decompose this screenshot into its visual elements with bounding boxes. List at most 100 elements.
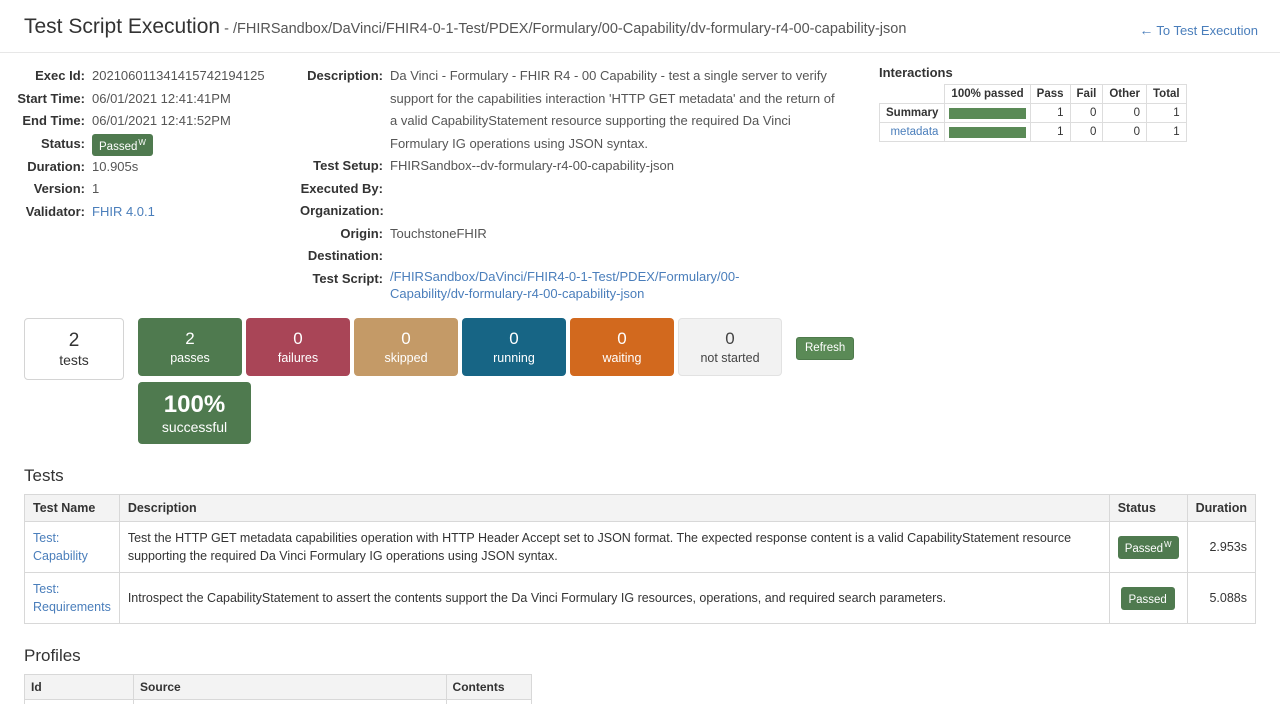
- stat-box-successful-percent[interactable]: 100% successful: [138, 382, 251, 444]
- interactions-fail-count: 0: [1070, 123, 1103, 142]
- field-test-script: Test Script: /FHIRSandbox/DaVinci/FHIR4-…: [300, 268, 865, 302]
- page-header: Test Script Execution - /FHIRSandbox/DaV…: [0, 0, 1280, 53]
- stat-not-started-label: not started: [700, 350, 759, 366]
- exec-id-value: 202106011341415742194125: [92, 65, 265, 88]
- test-duration-cell: 5.088s: [1187, 572, 1255, 623]
- interactions-col-fail: Fail: [1070, 85, 1103, 104]
- progress-track: [949, 127, 1025, 138]
- stat-passes-label: passes: [170, 350, 210, 366]
- interactions-other-count: 0: [1103, 104, 1147, 123]
- interactions-pass-count: 1: [1030, 123, 1070, 142]
- status-badge-label: Passed: [99, 140, 137, 152]
- interactions-total-count: 1: [1147, 123, 1187, 142]
- page-title-main: Test Script Execution: [24, 15, 220, 38]
- interactions-title: Interactions: [879, 65, 1165, 80]
- profiles-section: Profiles Id Source Contents capabilities…: [0, 646, 1280, 704]
- table-row: metadata 1 0 0 1: [880, 123, 1187, 142]
- tests-header-row: Test Name Description Status Duration: [25, 494, 1256, 521]
- page-title: Test Script Execution - /FHIRSandbox/DaV…: [24, 14, 1256, 42]
- validator-value-link[interactable]: FHIR 4.0.1: [92, 201, 155, 224]
- stat-box-waiting[interactable]: 0 waiting: [570, 318, 674, 376]
- field-status: Status: PassedW: [0, 133, 300, 156]
- back-link-label: To Test Execution: [1156, 23, 1258, 38]
- start-time-label: Start Time:: [0, 88, 92, 111]
- status-badge[interactable]: Passed: [1121, 587, 1174, 610]
- validator-label: Validator:: [0, 201, 92, 224]
- tests-table: Test Name Description Status Duration Te…: [24, 494, 1256, 624]
- status-value: PassedW: [92, 133, 153, 156]
- stat-box-running[interactable]: 0 running: [462, 318, 566, 376]
- origin-label: Origin:: [300, 223, 390, 246]
- executed-by-label: Executed By:: [300, 178, 390, 201]
- page-title-separator: -: [220, 21, 233, 37]
- stat-box-not-started[interactable]: 0 not started: [678, 318, 782, 376]
- test-name-line1: Test:: [33, 531, 59, 545]
- end-time-label: End Time:: [0, 110, 92, 133]
- tests-section-title: Tests: [24, 466, 1256, 486]
- test-duration-cell: 2.953s: [1187, 521, 1255, 572]
- stat-box-passes[interactable]: 2 passes: [138, 318, 242, 376]
- stat-tests-label: tests: [59, 352, 89, 368]
- percent-row: 100% successful: [24, 382, 1280, 444]
- stat-not-started-count: 0: [725, 328, 734, 350]
- profiles-section-title: Profiles: [24, 646, 1256, 666]
- destination-label: Destination:: [300, 245, 390, 268]
- stat-skipped-label: skipped: [384, 350, 427, 366]
- interactions-progress-cell: [945, 123, 1030, 142]
- version-label: Version:: [0, 178, 92, 201]
- test-name-line2: Requirements: [33, 600, 111, 614]
- start-time-value: 06/01/2021 12:41:41PM: [92, 88, 231, 111]
- end-time-value: 06/01/2021 12:41:52PM: [92, 110, 231, 133]
- interactions-col-pass: Pass: [1030, 85, 1070, 104]
- description-value: Da Vinci - Formulary - FHIR R4 - 00 Capa…: [390, 65, 840, 155]
- status-badge[interactable]: PassedW: [92, 134, 153, 157]
- version-value: 1: [92, 178, 99, 201]
- stat-box-failures[interactable]: 0 failures: [246, 318, 350, 376]
- test-script-label: Test Script:: [300, 268, 390, 302]
- tests-col-duration: Duration: [1187, 494, 1255, 521]
- stat-percent-value: 100%: [164, 391, 225, 419]
- progress-track: [949, 108, 1025, 119]
- organization-label: Organization:: [300, 200, 390, 223]
- profiles-header-row: Id Source Contents: [25, 674, 532, 699]
- stat-box-tests[interactable]: 2 tests: [24, 318, 124, 380]
- test-status-cell: Passed: [1109, 572, 1187, 623]
- test-script-link[interactable]: /FHIRSandbox/DaVinci/FHIR4-0-1-Test/PDEX…: [390, 268, 805, 302]
- field-destination: Destination:: [300, 245, 865, 268]
- test-name-link[interactable]: Test: Capability: [33, 531, 88, 563]
- interactions-col-passed: 100% passed: [945, 85, 1030, 104]
- interactions-table: 100% passed Pass Fail Other Total Summar…: [879, 84, 1187, 142]
- progress-fill: [949, 108, 1025, 119]
- test-name-line2: Capability: [33, 549, 88, 563]
- back-to-test-execution-link[interactable]: ←To Test Execution: [1139, 22, 1258, 38]
- interactions-other-count: 0: [1103, 123, 1147, 142]
- stat-failures-label: failures: [278, 350, 318, 366]
- table-row: Test:Capability Test the HTTP GET metada…: [25, 521, 1256, 572]
- stats-area: 2 tests 2 passes 0 failures 0 skipped 0 …: [0, 302, 1280, 444]
- duration-value: 10.905s: [92, 156, 138, 179]
- duration-label: Duration:: [0, 156, 92, 179]
- stat-passes-count: 2: [185, 328, 194, 350]
- field-organization: Organization:: [300, 200, 865, 223]
- profile-source-cell: http://hl7.org/fhir/StructureDefinition/…: [134, 699, 446, 704]
- profiles-table: Id Source Contents capabilities-profile …: [24, 674, 532, 704]
- table-row: Test:Requirements Introspect the Capabil…: [25, 572, 1256, 623]
- field-exec-id: Exec Id: 202106011341415742194125: [0, 65, 300, 88]
- stat-running-label: running: [493, 350, 535, 366]
- status-badge[interactable]: PassedW: [1118, 536, 1179, 559]
- interactions-row-name-link[interactable]: metadata: [880, 123, 945, 142]
- interactions-pass-count: 1: [1030, 104, 1070, 123]
- stat-box-skipped[interactable]: 0 skipped: [354, 318, 458, 376]
- field-duration: Duration: 10.905s: [0, 156, 300, 179]
- profile-contents-cell: XML JSON: [446, 699, 531, 704]
- table-row: Summary 1 0 0 1: [880, 104, 1187, 123]
- field-executed-by: Executed By:: [300, 178, 865, 201]
- description-label: Description:: [300, 65, 390, 155]
- interactions-col-blank: [880, 85, 945, 104]
- test-name-link[interactable]: Test:Requirements: [33, 582, 111, 614]
- field-version: Version: 1: [0, 178, 300, 201]
- refresh-button[interactable]: Refresh: [796, 337, 854, 360]
- profiles-col-contents: Contents: [446, 674, 531, 699]
- arrow-left-icon: ←: [1139, 22, 1153, 38]
- test-setup-value: FHIRSandbox--dv-formulary-r4-00-capabili…: [390, 155, 674, 178]
